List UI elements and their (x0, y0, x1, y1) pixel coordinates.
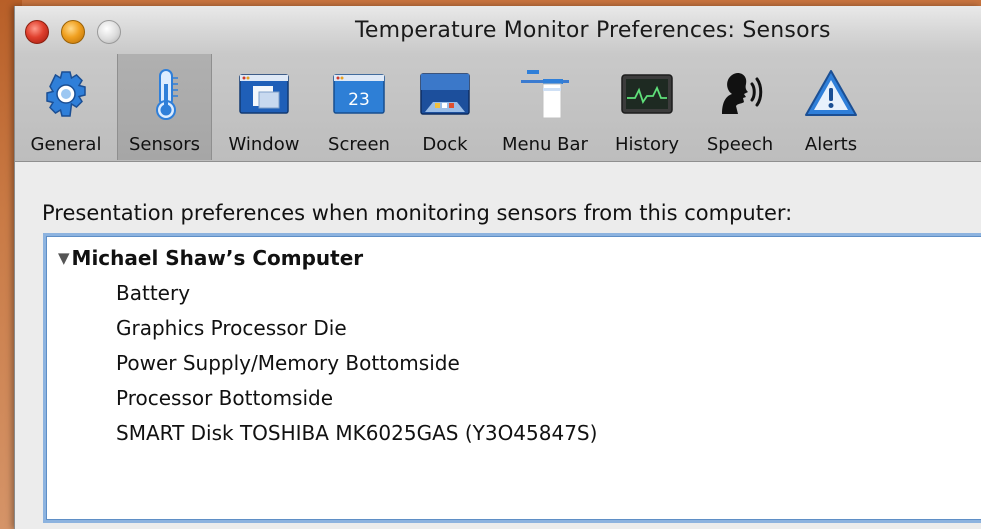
preferences-toolbar: General Sensors Window 23 Screen Dock Me… (15, 54, 981, 162)
title-bar[interactable]: Temperature Monitor Preferences: Sensors (15, 6, 981, 54)
toolbar-item-history[interactable]: History (602, 54, 692, 160)
toolbar-item-screen[interactable]: 23 Screen (316, 54, 402, 160)
toolbar-label-speech: Speech (706, 134, 774, 155)
toolbar-item-sensors[interactable]: Sensors (117, 54, 212, 160)
preferences-window: Temperature Monitor Preferences: Sensors… (14, 6, 981, 529)
disclosure-triangle-icon[interactable]: ▼ (58, 249, 70, 267)
toolbar-item-speech[interactable]: Speech (692, 54, 788, 160)
toolbar-label-menu-bar: Menu Bar (502, 134, 588, 155)
toolbar-item-alerts[interactable]: Alerts (788, 54, 874, 160)
thermometer-icon (155, 69, 178, 120)
toolbar-label-window: Window (228, 134, 300, 155)
sensor-row[interactable]: Graphics Processor Die (116, 316, 347, 340)
toolbar-item-window[interactable]: Window (212, 54, 316, 160)
dock-icon (420, 73, 470, 115)
sensor-outline-view[interactable]: ▼ Michael Shaw’s Computer Battery Graphic… (43, 233, 981, 523)
history-icon (621, 74, 673, 114)
toolbar-label-dock: Dock (422, 134, 468, 155)
sensor-row[interactable]: Processor Bottomside (116, 386, 333, 410)
speech-icon (722, 73, 763, 114)
close-button[interactable] (25, 20, 49, 44)
sensors-pane: Presentation preferences when monitoring… (15, 163, 981, 529)
alert-icon (805, 70, 857, 116)
screen-icon-number: 23 (348, 90, 370, 110)
sensors-prompt: Presentation preferences when monitoring… (42, 201, 793, 225)
toolbar-item-general[interactable]: General (15, 54, 117, 160)
sensor-row[interactable]: Battery (116, 281, 190, 305)
toolbar-item-menu-bar[interactable]: Menu Bar (488, 54, 602, 160)
zoom-button[interactable] (97, 20, 121, 44)
toolbar-label-history: History (614, 134, 680, 155)
toolbar-label-alerts: Alerts (804, 134, 858, 155)
computer-group-row[interactable]: ▼ Michael Shaw’s Computer (58, 246, 363, 270)
computer-name-label: Michael Shaw’s Computer (71, 246, 364, 270)
window-title: Temperature Monitor Preferences: Sensors (355, 18, 831, 43)
toolbar-label-general: General (30, 134, 102, 155)
toolbar-item-dock[interactable]: Dock (402, 54, 488, 160)
toolbar-label-screen: Screen (328, 134, 390, 155)
toolbar-label-sensors: Sensors (128, 134, 201, 155)
window-icon (239, 74, 289, 114)
screen-icon: 23 (333, 74, 385, 114)
sensor-row[interactable]: Power Supply/Memory Bottomside (116, 351, 460, 375)
gear-icon (46, 71, 86, 117)
minimize-button[interactable] (61, 20, 85, 44)
menu-bar-icon (521, 70, 569, 119)
sensor-row[interactable]: SMART Disk TOSHIBA MK6025GAS (Y3O45847S) (116, 421, 597, 445)
